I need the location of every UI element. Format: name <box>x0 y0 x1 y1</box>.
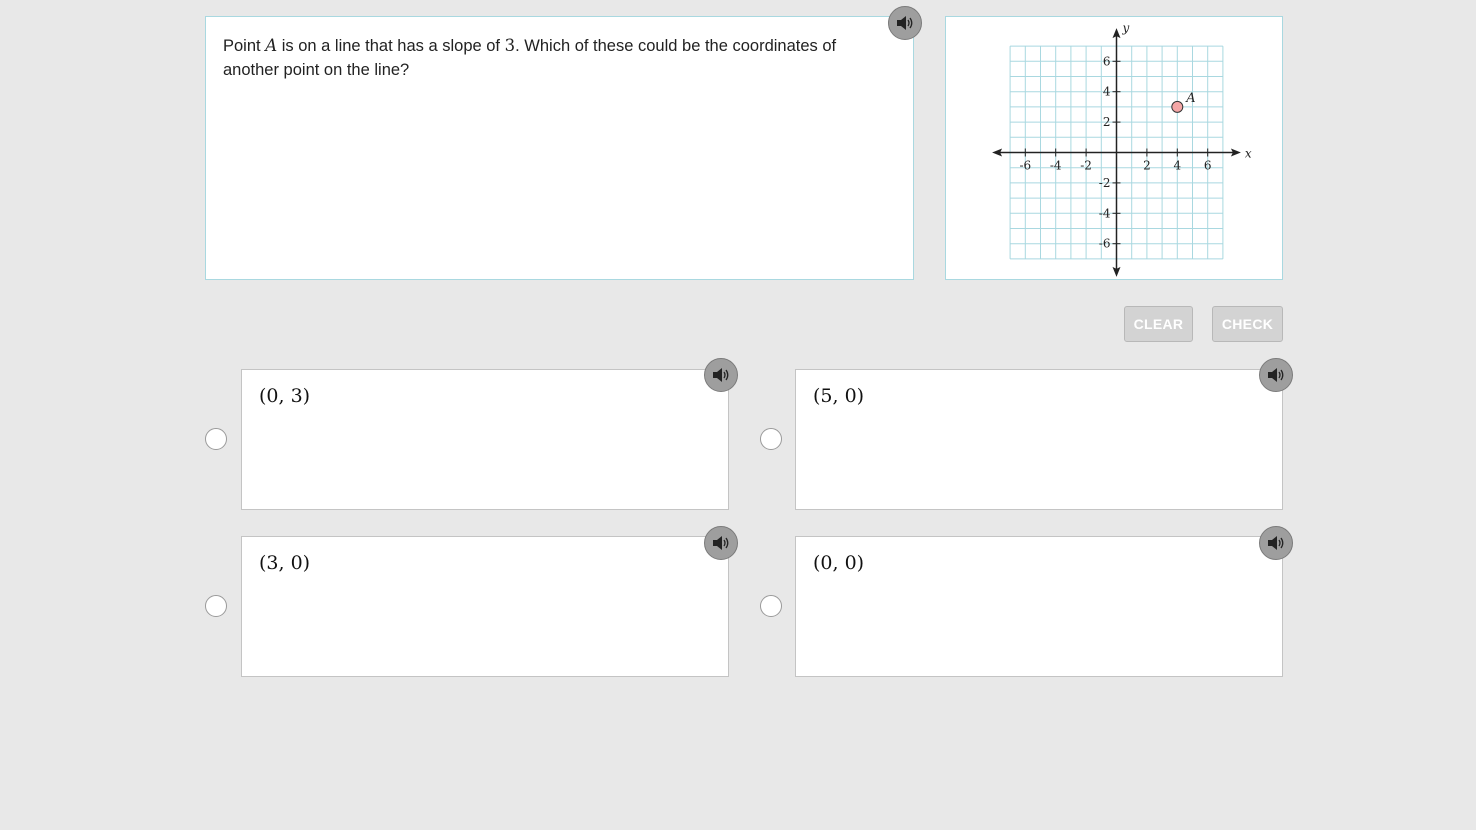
choice-radio-4[interactable] <box>760 595 782 617</box>
x-tick-label: 6 <box>1204 159 1212 173</box>
question-text-part: is on a line that has a slope of <box>277 37 505 55</box>
x-tick-label: -4 <box>1050 159 1062 173</box>
choice-label: (3, 0) <box>259 552 311 574</box>
choice-audio-button-3[interactable] <box>704 526 738 560</box>
choice-label: (5, 0) <box>813 385 865 407</box>
choice-label: (0, 3) <box>259 385 311 407</box>
point-name: A <box>265 36 278 55</box>
choice-label: (0, 0) <box>813 552 865 574</box>
clear-button[interactable]: CLEAR <box>1124 306 1193 342</box>
y-tick-label: -4 <box>1099 206 1111 220</box>
graph-panel: x y -6 -4 -2 2 4 6 6 4 2 -2 -4 -6 A <box>945 16 1283 280</box>
speaker-icon <box>713 368 729 382</box>
choice-audio-button-2[interactable] <box>1259 358 1293 392</box>
speaker-icon <box>1268 536 1284 550</box>
x-tick-label: 2 <box>1143 159 1151 173</box>
y-tick-label: -6 <box>1099 237 1111 251</box>
question-panel: Point A is on a line that has a slope of… <box>205 16 914 280</box>
x-axis-label: x <box>1245 147 1252 161</box>
choice-card-3[interactable]: (3, 0) <box>241 536 729 677</box>
speaker-icon <box>897 16 913 30</box>
choice-radio-2[interactable] <box>760 428 782 450</box>
y-tick-label: -2 <box>1099 176 1111 190</box>
y-tick-label: 4 <box>1103 85 1111 99</box>
choice-audio-button-1[interactable] <box>704 358 738 392</box>
x-tick-label: -6 <box>1019 159 1031 173</box>
x-tick-label: 4 <box>1173 159 1181 173</box>
question-text-part: Point <box>223 37 266 55</box>
question-text: Point A is on a line that has a slope of… <box>223 34 893 82</box>
point-a-label: A <box>1185 91 1195 106</box>
coordinate-graph: x y -6 -4 -2 2 4 6 6 4 2 -2 -4 -6 A <box>992 21 1252 277</box>
choice-card-1[interactable]: (0, 3) <box>241 369 729 510</box>
choice-card-2[interactable]: (5, 0) <box>795 369 1283 510</box>
question-audio-button[interactable] <box>888 6 922 40</box>
y-tick-label: 2 <box>1103 115 1111 129</box>
speaker-icon <box>1268 368 1284 382</box>
y-axis-label: y <box>1122 21 1130 35</box>
choice-radio-3[interactable] <box>205 595 227 617</box>
choice-radio-1[interactable] <box>205 428 227 450</box>
x-tick-label: -2 <box>1080 159 1092 173</box>
check-button[interactable]: CHECK <box>1212 306 1283 342</box>
speaker-icon <box>713 536 729 550</box>
point-a-marker <box>1171 100 1184 113</box>
choice-card-4[interactable]: (0, 0) <box>795 536 1283 677</box>
slope-value: 3 <box>504 36 516 55</box>
choice-audio-button-4[interactable] <box>1259 526 1293 560</box>
y-tick-label: 6 <box>1103 54 1111 68</box>
